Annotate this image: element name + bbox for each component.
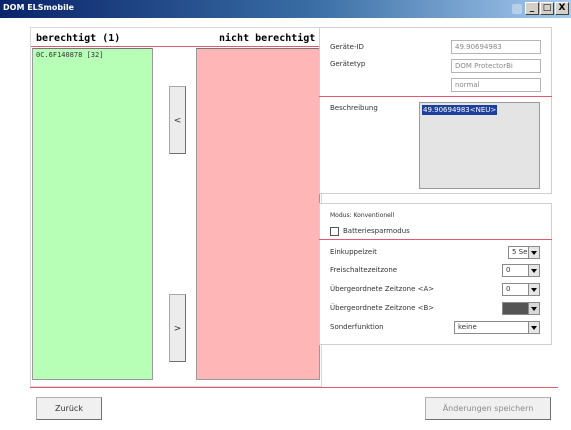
title-bar: DOM ELSmobile _ □ X (0, 0, 571, 18)
allowed-list-header: berechtigt (1) (36, 33, 121, 44)
minimize-button[interactable]: _ (525, 2, 539, 15)
parent-zone-b-select (502, 302, 540, 315)
move-left-label: < (173, 116, 182, 126)
save-changes-button[interactable]: Änderungen speichern (425, 397, 551, 420)
device-id-label: Geräte-ID (330, 43, 364, 51)
description-label: Beschreibung (330, 104, 378, 112)
chevron-down-icon (528, 303, 539, 314)
engage-time-select[interactable]: 5 Sek (508, 246, 540, 259)
chevron-down-icon[interactable] (528, 284, 539, 295)
parent-zone-a-select[interactable]: 0 (502, 283, 540, 296)
close-button[interactable]: X (555, 2, 569, 15)
device-type-label: Gerätetyp (330, 60, 366, 68)
engage-time-label: Einkuppelzeit (330, 248, 377, 256)
battery-saver-checkbox[interactable] (330, 227, 339, 236)
device-id-field[interactable]: 49.90694983 (451, 40, 541, 54)
title-bar-glyph (512, 4, 522, 14)
move-right-label: > (173, 324, 182, 334)
description-selected-text: 49.90694983<NEU> (422, 105, 498, 115)
special-function-select[interactable]: keine (454, 321, 540, 334)
device-type-field[interactable]: DOM ProtectorBi (451, 59, 541, 73)
special-function-value: keine (458, 323, 477, 331)
chevron-down-icon[interactable] (528, 247, 539, 258)
device-mode-field[interactable]: normal (451, 78, 541, 92)
back-button[interactable]: Zurück (36, 397, 102, 420)
free-switch-zone-value: 0 (506, 266, 511, 274)
parent-zone-b-label: Übergeordnete Zeitzone <B> (330, 304, 435, 312)
header-divider (31, 46, 321, 47)
window-title: DOM ELSmobile (3, 3, 74, 12)
device-divider (319, 96, 552, 97)
chevron-down-icon[interactable] (528, 265, 539, 276)
free-switch-zone-select[interactable]: 0 (502, 264, 540, 277)
allowed-list[interactable]: 0C.6F140878 [32] (32, 48, 153, 380)
move-right-button[interactable]: > (169, 294, 186, 362)
description-field[interactable]: 49.90694983<NEU> (419, 102, 540, 189)
maximize-button[interactable]: □ (540, 2, 554, 15)
denied-list[interactable] (196, 48, 320, 380)
parent-zone-a-value: 0 (506, 285, 511, 293)
mode-text: Modus: Konventionell (330, 212, 395, 219)
free-switch-zone-label: Freischaltezeitzone (330, 266, 398, 274)
footer-divider (30, 387, 558, 388)
list-item[interactable]: 0C.6F140878 [32] (36, 51, 103, 59)
chevron-down-icon[interactable] (528, 322, 539, 333)
settings-divider (319, 239, 552, 240)
battery-saver-label: Batteriesparmodus (343, 227, 410, 235)
special-function-label: Sonderfunktion (330, 323, 384, 331)
parent-zone-a-label: Übergeordnete Zeitzone <A> (330, 285, 435, 293)
move-left-button[interactable]: < (169, 86, 186, 154)
